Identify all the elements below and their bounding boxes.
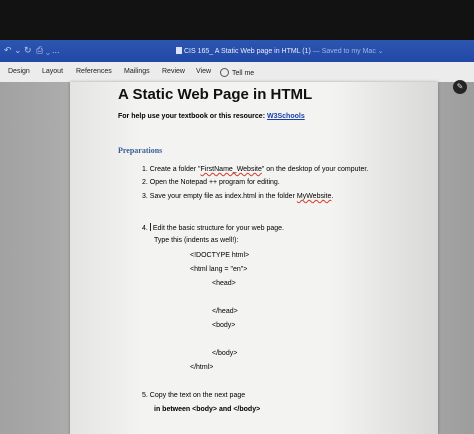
tab-view[interactable]: View [196,68,211,75]
undo-button[interactable]: ↶ ⌄ [4,45,22,56]
code-head-open: <head> [212,280,236,287]
document-icon [176,47,182,54]
tab-review[interactable]: Review [162,68,185,75]
window-title: CIS 165_ A Static Web page in HTML (1) —… [176,47,384,55]
code-html-open: <html lang = "en"> [190,266,248,273]
step-2: 2. Open the Notepad ++ program for editi… [142,179,280,186]
step-4-instruction: Type this (indents as well!): [154,237,239,244]
step-4: 4. Edit the basic structure for your web … [142,223,284,232]
editor-assistant-icon[interactable]: ✎ [453,80,467,94]
ribbon-tabs: Design Layout References Mailings Review… [0,62,474,83]
code-body-close: </body> [212,350,238,357]
folder-mywebsite-text: MyWebsite [296,193,332,200]
folder-name-text: FirstName_Website [200,166,262,173]
code-body-open: <body> [212,322,236,329]
screen-bezel [0,0,474,40]
lightbulb-icon [220,68,229,77]
step-3: 3. Save your empty file as index.html in… [142,193,334,200]
document-page[interactable] [70,82,438,434]
help-line: For help use your textbook or this resou… [118,113,305,120]
more-button[interactable]: ... [52,45,60,55]
tab-references[interactable]: References [76,68,112,75]
section-heading: Preparations [118,146,163,155]
code-doctype: <!DOCTYPE html> [190,252,250,259]
redo-button[interactable]: ↻ [24,45,32,56]
step-5-detail: in between <body> and </body> [154,406,261,413]
code-head-close: </head> [212,308,238,315]
text-cursor [149,223,151,231]
document-name: CIS 165_ A Static Web page in HTML (1) [184,48,311,55]
tab-design[interactable]: Design [8,68,30,75]
tell-me-search[interactable]: Tell me [220,68,254,77]
tab-mailings[interactable]: Mailings [124,68,150,75]
document-title: A Static Web Page in HTML [118,86,313,103]
step-1: 1. Create a folder "FirstName_Website" o… [142,166,369,173]
tab-layout[interactable]: Layout [42,68,63,75]
w3schools-link[interactable]: W3Schools [267,113,305,120]
step-5: 5. Copy the text on the next page [142,392,246,399]
code-html-close: </html> [190,364,214,371]
window-titlebar: ↶ ⌄ ↻ ⎙ ⌄ ... CIS 165_ A Static Web page… [0,40,474,62]
saved-status[interactable]: — Saved to my Mac ⌄ [313,48,384,55]
print-button[interactable]: ⎙ ⌄ [36,45,50,56]
